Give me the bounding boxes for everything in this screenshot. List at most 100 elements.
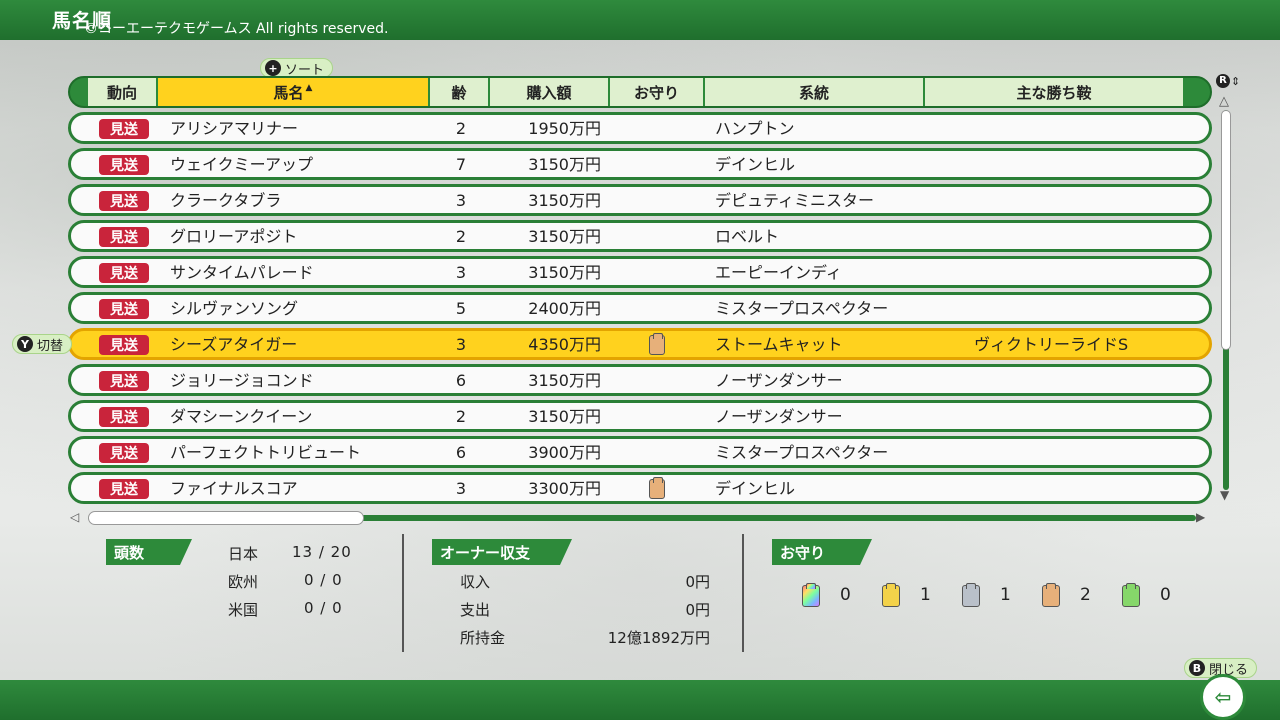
horizontal-scroll-thumb[interactable]	[88, 511, 364, 525]
horse-age: 3	[455, 263, 467, 282]
japan-label: 日本	[228, 545, 259, 563]
header-charm[interactable]: お守り	[610, 78, 703, 106]
table-row[interactable]: 見送 クラークタブラ 3 3150万円 デピュティミニスター	[68, 184, 1212, 216]
table-row[interactable]: 見送 ダマシーンクイーン 2 3150万円 ノーザンダンサー	[68, 400, 1212, 432]
exit-door-icon[interactable]: ⇦	[1200, 674, 1246, 720]
funds-value: 12億1892万円	[607, 629, 710, 647]
lineage: ノーザンダンサー	[715, 371, 843, 390]
charm-count: 0	[840, 585, 851, 605]
owner-balance-title: オーナー収支	[432, 539, 572, 565]
header-lineage[interactable]: 系統	[705, 78, 923, 106]
header-age[interactable]: 齢	[430, 78, 488, 106]
lineage: ミスタープロスペクター	[715, 443, 889, 462]
switch-hint[interactable]: Y 切替	[12, 334, 73, 354]
vertical-scroll-thumb[interactable]	[1221, 110, 1231, 350]
horse-age: 3	[455, 479, 467, 498]
scroll-right-icon[interactable]: ▶	[1196, 511, 1205, 523]
table-row[interactable]: 見送 グロリーアポジト 2 3150万円 ロベルト	[68, 220, 1212, 252]
panel-divider	[742, 534, 744, 652]
table-row[interactable]: 見送 ウェイクミーアップ 7 3150万円 デインヒル	[68, 148, 1212, 180]
japan-value: 13 / 20	[292, 543, 352, 561]
purchase-price: 2400万円	[528, 299, 601, 318]
header-name[interactable]: 馬名 ▲	[158, 78, 428, 106]
scroll-hint[interactable]: R ⇕	[1216, 74, 1240, 88]
charm-count: 0	[1160, 585, 1171, 605]
lineage: エーピーインディ	[715, 263, 842, 282]
status-tag[interactable]: 見送	[99, 371, 149, 391]
status-tag[interactable]: 見送	[99, 335, 149, 355]
charm-bronze-icon	[649, 477, 665, 499]
horse-name: クラークタブラ	[170, 191, 282, 210]
income-label: 収入	[460, 573, 491, 591]
horse-name: ダマシーンクイーン	[170, 407, 313, 426]
horse-name: ジョリージョコンド	[170, 371, 314, 390]
switch-label: 切替	[37, 338, 64, 354]
scroll-down-icon[interactable]: ▼	[1220, 489, 1229, 501]
plus-button-icon: +	[265, 60, 281, 76]
sort-hint[interactable]: + ソート	[260, 58, 334, 78]
purchase-price: 3150万円	[528, 191, 601, 210]
scroll-up-icon[interactable]: △	[1219, 95, 1229, 108]
charm-green-icon	[1122, 583, 1140, 607]
purchase-price: 3150万円	[528, 407, 601, 426]
sort-label: ソート	[285, 62, 325, 78]
table-row[interactable]: 見送 サンタイムパレード 3 3150万円 エーピーインディ	[68, 256, 1212, 288]
status-tag[interactable]: 見送	[99, 299, 149, 319]
r-button-icon: R	[1216, 74, 1230, 88]
horse-age: 2	[455, 119, 467, 138]
table-row[interactable]: 見送 ファイナルスコア 3 3300万円 デインヒル	[68, 472, 1212, 504]
charm-bronze-icon	[1042, 583, 1060, 607]
horse-age: 3	[455, 335, 467, 354]
b-button-icon: B	[1189, 660, 1205, 676]
panel-divider	[402, 534, 404, 652]
purchase-price: 4350万円	[528, 335, 601, 354]
horse-name: ファイナルスコア	[170, 479, 298, 498]
status-tag[interactable]: 見送	[99, 119, 149, 139]
charm-count: 1	[1000, 585, 1011, 605]
main-wins: ヴィクトリーライドS	[974, 335, 1129, 354]
y-button-icon: Y	[17, 336, 33, 352]
status-tag[interactable]: 見送	[99, 263, 149, 283]
horse-age: 2	[455, 407, 467, 426]
status-tag[interactable]: 見送	[99, 191, 149, 211]
header-wins[interactable]: 主な勝ち鞍	[925, 78, 1183, 106]
horse-name: パーフェクトトリビュート	[170, 443, 362, 462]
horse-name: ウェイクミーアップ	[170, 155, 314, 174]
horse-name: シルヴァンソング	[170, 299, 299, 318]
header-direction[interactable]: 動向	[88, 78, 156, 106]
horse-age: 6	[455, 371, 467, 390]
scroll-arrows-icon: ⇕	[1231, 74, 1241, 88]
horizontal-scrollbar[interactable]	[88, 510, 1196, 526]
charms-title: お守り	[772, 539, 872, 565]
charm-silver-icon	[962, 583, 980, 607]
horse-name: グロリーアポジト	[170, 227, 298, 246]
status-tag[interactable]: 見送	[99, 155, 149, 175]
status-tag[interactable]: 見送	[99, 227, 149, 247]
table-row[interactable]: 見送 シルヴァンソング 5 2400万円 ミスタープロスペクター	[68, 292, 1212, 324]
charm-gold-icon	[882, 583, 900, 607]
header-name-label: 馬名	[273, 83, 304, 102]
head-count-title: 頭数	[106, 539, 192, 565]
lineage: デインヒル	[715, 155, 796, 174]
horse-age: 2	[455, 227, 467, 246]
charm-count: 2	[1080, 585, 1091, 605]
scroll-left-icon[interactable]: ◁	[70, 511, 79, 523]
top-bar: 馬名順 ©コーエーテクモゲームス All rights reserved.	[0, 0, 1280, 40]
status-tag[interactable]: 見送	[99, 443, 149, 463]
table-row[interactable]: 見送 ジョリージョコンド 6 3150万円 ノーザンダンサー	[68, 364, 1212, 396]
lineage: ロベルト	[715, 227, 780, 246]
purchase-price: 3150万円	[528, 155, 601, 174]
status-tag[interactable]: 見送	[99, 407, 149, 427]
lineage: デインヒル	[715, 479, 796, 498]
header-price[interactable]: 購入額	[490, 78, 608, 106]
lineage: ハンプトン	[715, 119, 795, 138]
horse-age: 5	[455, 299, 467, 318]
table-row[interactable]: 見送 シーズアタイガー 3 4350万円 ストームキャット ヴィクトリーライドS	[68, 328, 1212, 360]
vertical-scrollbar[interactable]	[1219, 110, 1233, 490]
income-value: 0円	[685, 573, 710, 591]
purchase-price: 3150万円	[528, 227, 601, 246]
charm-rainbow-icon	[802, 583, 820, 607]
table-row[interactable]: 見送 パーフェクトトリビュート 6 3900万円 ミスタープロスペクター	[68, 436, 1212, 468]
status-tag[interactable]: 見送	[99, 479, 149, 499]
table-row[interactable]: 見送 アリシアマリナー 2 1950万円 ハンプトン	[68, 112, 1212, 144]
